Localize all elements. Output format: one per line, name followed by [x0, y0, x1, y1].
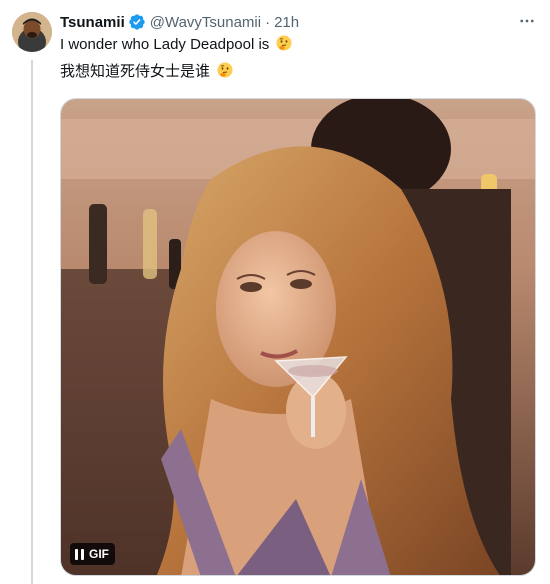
thread-line: [31, 60, 33, 584]
timestamp[interactable]: 21h: [274, 14, 299, 31]
avatar[interactable]: [12, 12, 52, 52]
thinking-face-icon: [217, 62, 233, 78]
gif-media[interactable]: GIF: [60, 98, 536, 576]
tweet-text-chinese: 我想知道死侍女士是谁: [60, 63, 211, 80]
more-options-button[interactable]: [516, 10, 538, 32]
more-dots-icon: [520, 19, 534, 23]
avatar-image: [12, 12, 52, 52]
verified-badge-icon: [128, 13, 146, 31]
tweet-header: Tsunamii @WavyTsunamii · 21h: [60, 12, 538, 32]
display-name[interactable]: Tsunamii: [60, 14, 125, 31]
gif-label: GIF: [89, 547, 109, 561]
gif-badge[interactable]: GIF: [70, 543, 115, 565]
handle[interactable]: @WavyTsunamii: [150, 14, 261, 31]
tweet-text-english: I wonder who Lady Deadpool is: [60, 36, 270, 53]
pause-icon: [75, 548, 84, 560]
thinking-face-icon: [276, 35, 292, 51]
tweet-text-line1: I wonder who Lady Deadpool is: [60, 35, 292, 55]
tweet-text-line2: 我想知道死侍女士是谁: [60, 62, 233, 82]
gif-image: [61, 99, 535, 575]
separator-dot: ·: [265, 13, 271, 31]
